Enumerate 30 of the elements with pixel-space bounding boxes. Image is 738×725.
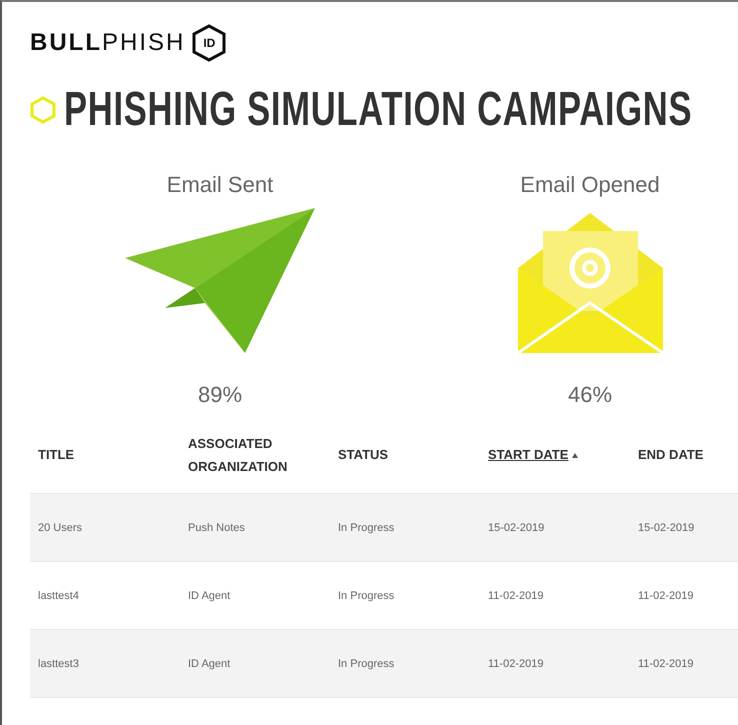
column-header[interactable]: TITLE bbox=[38, 444, 148, 467]
table-cell-text: 15-02-2019 bbox=[638, 522, 696, 534]
id-badge: ID bbox=[191, 24, 228, 62]
table-cell-text: 15-02-2019 bbox=[488, 522, 546, 534]
stat-value: 46% bbox=[568, 382, 612, 408]
envelope-icon bbox=[518, 213, 662, 353]
stat-label: Email Sent bbox=[166, 172, 274, 198]
table-cell-text: lasttest4 bbox=[38, 590, 80, 602]
table-cell-text: 11-02-2019 bbox=[488, 658, 544, 670]
page-title: PHISHING SIMULATION CAMPAIGNS bbox=[64, 82, 692, 138]
column-header[interactable]: STATUS bbox=[338, 444, 448, 467]
table-cell-text: In Progress bbox=[338, 522, 396, 534]
column-header[interactable]: ASSOCIATED ORGANIZATION bbox=[188, 433, 298, 478]
table-cell-text: lasttest3 bbox=[38, 658, 80, 670]
table-cell-text: In Progress bbox=[338, 590, 396, 602]
table-cell-text: ID Agent bbox=[188, 590, 232, 602]
sort-ascending-icon bbox=[572, 453, 578, 458]
table-cell-text: 20 Users bbox=[38, 522, 84, 534]
column-header[interactable]: END DATE bbox=[638, 444, 738, 467]
column-header[interactable]: START DATE bbox=[488, 444, 598, 467]
stat-value: 89% bbox=[198, 382, 242, 408]
stat-label: Email Opened bbox=[520, 172, 660, 198]
table-cell-text: Push Notes bbox=[188, 522, 246, 534]
table-cell-text: 11-02-2019 bbox=[638, 590, 694, 602]
table-cell-text: 11-02-2019 bbox=[638, 658, 694, 670]
hexagon-icon bbox=[30, 96, 56, 124]
table-cell-text: ID Agent bbox=[188, 658, 232, 670]
table-cell-text: In Progress bbox=[338, 658, 396, 670]
table-cell-text: 11-02-2019 bbox=[488, 590, 544, 602]
brand-wordmark: BULLPHISH bbox=[30, 29, 186, 57]
